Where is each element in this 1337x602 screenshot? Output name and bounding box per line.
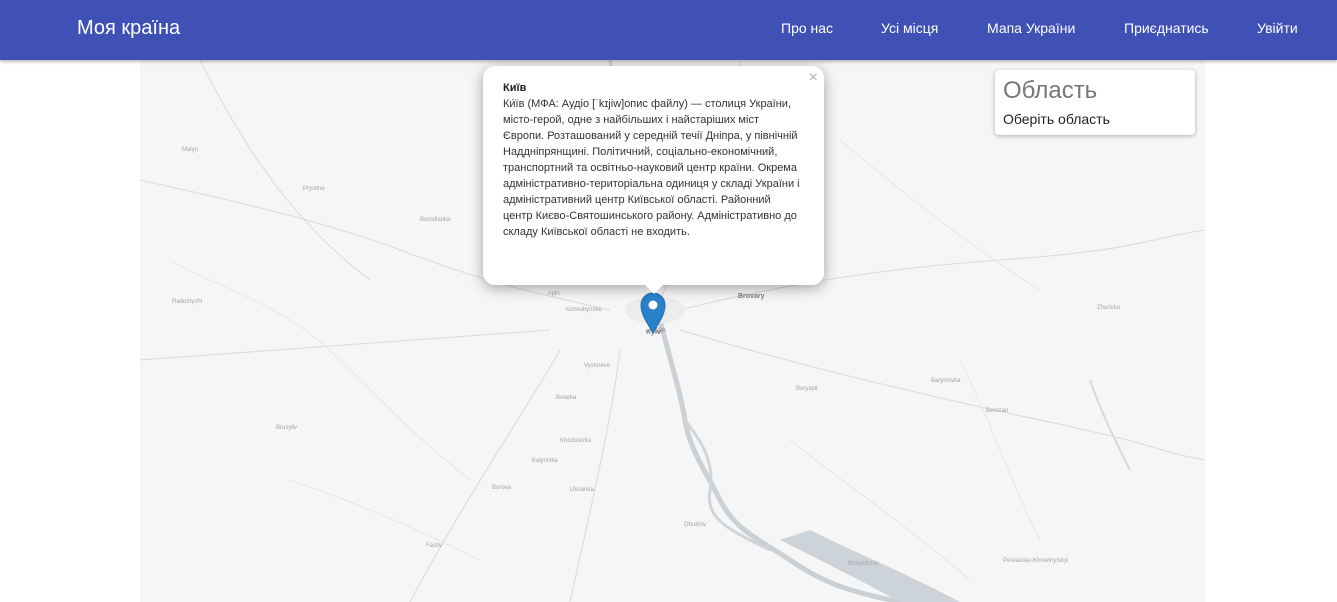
map-label-radomyshl: Radomyshl bbox=[172, 299, 203, 305]
map-label-fastiv: Fastiv bbox=[426, 543, 443, 549]
nav-item-all-places[interactable]: Усі місця bbox=[881, 19, 938, 37]
brand-link[interactable]: Моя країна bbox=[77, 16, 180, 40]
map-label-ukrainka: Ukrainka bbox=[570, 487, 594, 493]
nav-item-map[interactable]: Мапа України bbox=[987, 19, 1075, 37]
map-label-brusyliv: Brusyliv bbox=[276, 425, 298, 431]
map-label-boryspil: Boryspil bbox=[796, 386, 818, 392]
map-label-brovary: Brovary bbox=[738, 293, 765, 300]
popup-title: Київ bbox=[503, 82, 527, 94]
map-label-baryshivka: Baryshivka bbox=[931, 378, 961, 384]
nav-item-login[interactable]: Увійти bbox=[1257, 19, 1298, 37]
map-label-kalynivka: Kalynivka bbox=[532, 458, 558, 464]
map-label-khodosivka: Khodosivka bbox=[560, 438, 592, 444]
popup-description: Ки́їв (МФА: Аудіо [ˈkɪjiw]опис файлу) — … bbox=[503, 98, 800, 238]
map-label-rzhyshchiv: Rzhyshchiv bbox=[848, 561, 879, 567]
map-label-pryvitne: Pryvitne bbox=[303, 186, 325, 192]
map-label-kotsiubynske: Kotsiubynske bbox=[566, 307, 602, 313]
place-popup: × Київ Ки́їв (МФА: Аудіо [ˈkɪjiw]опис фа… bbox=[483, 66, 824, 294]
region-select[interactable]: Оберіть область bbox=[1003, 110, 1187, 128]
nav-item-join[interactable]: Приєднатись bbox=[1124, 19, 1209, 37]
map-label-irpin: Irpin bbox=[548, 291, 560, 297]
map-label-boiarka: Boiarka bbox=[556, 395, 577, 401]
region-control: Область Оберіть область bbox=[995, 70, 1195, 135]
map-label-vyshneve: Vyshneve bbox=[584, 363, 611, 369]
map-label-borova: Borova bbox=[492, 485, 512, 491]
map-label-borodianka: Borodianka bbox=[420, 217, 451, 223]
popup-close-button[interactable]: × bbox=[809, 69, 818, 87]
nav-item-about[interactable]: Про нас bbox=[781, 19, 833, 37]
map-label-zhurivka: Zhurivka bbox=[1097, 305, 1121, 311]
map-label-obukhiv: Obukhiv bbox=[684, 522, 707, 528]
map-label-malyn: Malyn bbox=[182, 147, 199, 153]
top-navbar: Моя країна Про нас Усі місця Мапа Україн… bbox=[0, 0, 1337, 60]
map-label-berezan: Berezan bbox=[986, 408, 1009, 414]
map-marker-icon[interactable] bbox=[640, 292, 666, 335]
region-title: Область bbox=[1003, 77, 1098, 104]
map-label-pereiaslav: Pereiaslav-Khmelnytskyi bbox=[1003, 558, 1069, 564]
popup-tip bbox=[644, 284, 664, 294]
